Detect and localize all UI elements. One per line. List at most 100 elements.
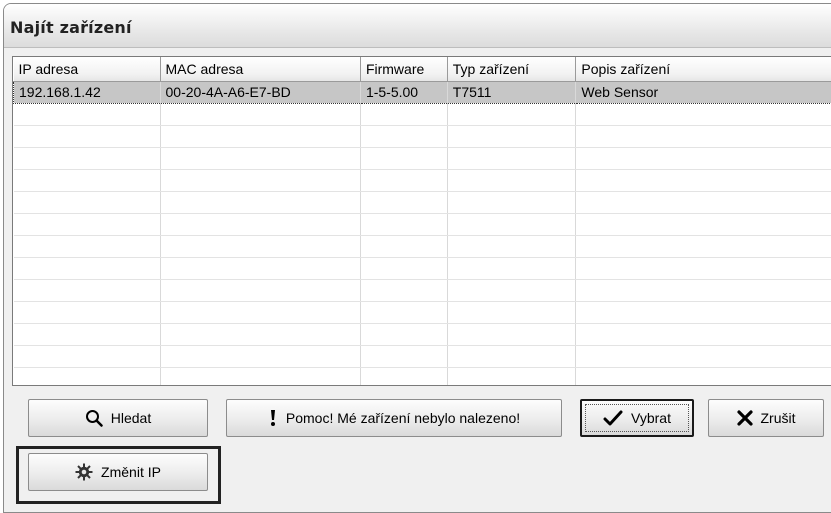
empty-cell	[447, 103, 576, 125]
empty-cell	[447, 191, 576, 213]
empty-cell	[447, 345, 576, 367]
empty-cell	[14, 279, 161, 301]
empty-cell	[360, 213, 447, 235]
empty-cell	[360, 235, 447, 257]
empty-table-row	[14, 257, 831, 279]
column-header-type[interactable]: Typ zařízení	[447, 57, 576, 81]
empty-cell	[360, 323, 447, 345]
cancel-button[interactable]: Zrušit	[708, 399, 824, 437]
empty-cell	[14, 257, 161, 279]
empty-cell	[576, 323, 831, 345]
empty-cell	[14, 345, 161, 367]
empty-cell	[447, 169, 576, 191]
empty-cell	[447, 235, 576, 257]
empty-table-row	[14, 345, 831, 367]
empty-table-row	[14, 125, 831, 147]
empty-cell	[160, 279, 360, 301]
cancel-button-label: Zrušit	[761, 410, 796, 426]
x-cross-icon	[737, 410, 753, 426]
empty-cell	[14, 103, 161, 125]
empty-cell	[576, 125, 831, 147]
empty-cell	[360, 125, 447, 147]
empty-cell	[160, 345, 360, 367]
empty-cell	[160, 147, 360, 169]
empty-cell	[576, 345, 831, 367]
empty-cell	[160, 301, 360, 323]
cell-ip: 192.168.1.42	[14, 81, 161, 103]
empty-cell	[447, 279, 576, 301]
cell-firmware: 1-5-5.00	[360, 81, 447, 103]
help-device-not-found-button[interactable]: Pomoc! Mé zařízení nebylo nalezeno!	[226, 399, 562, 437]
empty-table-row	[14, 323, 831, 345]
empty-cell	[14, 301, 161, 323]
empty-table-row	[14, 367, 831, 386]
empty-cell	[160, 213, 360, 235]
empty-cell	[360, 301, 447, 323]
empty-cell	[576, 367, 831, 386]
empty-cell	[160, 103, 360, 125]
column-header-ip[interactable]: IP adresa	[14, 57, 161, 81]
empty-cell	[360, 367, 447, 386]
empty-table-row	[14, 147, 831, 169]
search-button-label: Hledat	[111, 410, 151, 426]
empty-cell	[576, 147, 831, 169]
column-header-firmware[interactable]: Firmware	[360, 57, 447, 81]
empty-cell	[160, 191, 360, 213]
empty-cell	[14, 213, 161, 235]
empty-table-row	[14, 279, 831, 301]
empty-cell	[447, 213, 576, 235]
empty-cell	[576, 257, 831, 279]
empty-table-row	[14, 213, 831, 235]
empty-cell	[160, 169, 360, 191]
empty-cell	[360, 147, 447, 169]
search-button[interactable]: Hledat	[28, 399, 208, 437]
empty-table-row	[14, 235, 831, 257]
empty-cell	[360, 169, 447, 191]
empty-cell	[576, 235, 831, 257]
empty-cell	[576, 103, 831, 125]
help-button-label: Pomoc! Mé zařízení nebylo nalezeno!	[286, 410, 520, 426]
device-list[interactable]: IP adresa MAC adresa Firmware Typ zaříze…	[12, 56, 831, 386]
window-title: Najít zařízení	[10, 18, 132, 37]
empty-cell	[576, 191, 831, 213]
table-row[interactable]: 192.168.1.42 00-20-4A-A6-E7-BD 1-5-5.00 …	[14, 81, 831, 103]
select-button[interactable]: Vybrat	[580, 399, 694, 437]
column-header-mac[interactable]: MAC adresa	[160, 57, 360, 81]
empty-cell	[576, 169, 831, 191]
empty-cell	[447, 367, 576, 386]
empty-cell	[360, 191, 447, 213]
table-header-row: IP adresa MAC adresa Firmware Typ zaříze…	[14, 57, 831, 81]
empty-cell	[447, 323, 576, 345]
empty-cell	[14, 191, 161, 213]
find-device-dialog: Najít zařízení IP adresa MAC adresa Firm…	[3, 3, 831, 513]
empty-cell	[160, 257, 360, 279]
empty-cell	[447, 301, 576, 323]
cell-type: T7511	[447, 81, 576, 103]
empty-cell	[576, 279, 831, 301]
select-button-label: Vybrat	[631, 410, 671, 426]
cell-description: Web Sensor	[576, 81, 831, 103]
empty-cell	[160, 367, 360, 386]
empty-cell	[14, 147, 161, 169]
empty-cell	[160, 235, 360, 257]
device-table: IP adresa MAC adresa Firmware Typ zaříze…	[13, 57, 831, 386]
magnifier-icon	[85, 409, 103, 427]
exclamation-icon	[268, 408, 278, 428]
empty-cell	[576, 301, 831, 323]
empty-cell	[360, 257, 447, 279]
empty-cell	[14, 125, 161, 147]
empty-cell	[14, 323, 161, 345]
empty-cell	[360, 279, 447, 301]
column-header-description[interactable]: Popis zařízení	[576, 57, 831, 81]
empty-cell	[360, 103, 447, 125]
cell-mac: 00-20-4A-A6-E7-BD	[160, 81, 360, 103]
empty-table-row	[14, 169, 831, 191]
change-ip-highlight-frame	[16, 446, 221, 504]
empty-cell	[14, 235, 161, 257]
empty-cell	[360, 345, 447, 367]
empty-cell	[576, 213, 831, 235]
empty-cell	[14, 169, 161, 191]
empty-cell	[447, 257, 576, 279]
title-bar: Najít zařízení	[4, 4, 831, 48]
empty-cell	[14, 367, 161, 386]
